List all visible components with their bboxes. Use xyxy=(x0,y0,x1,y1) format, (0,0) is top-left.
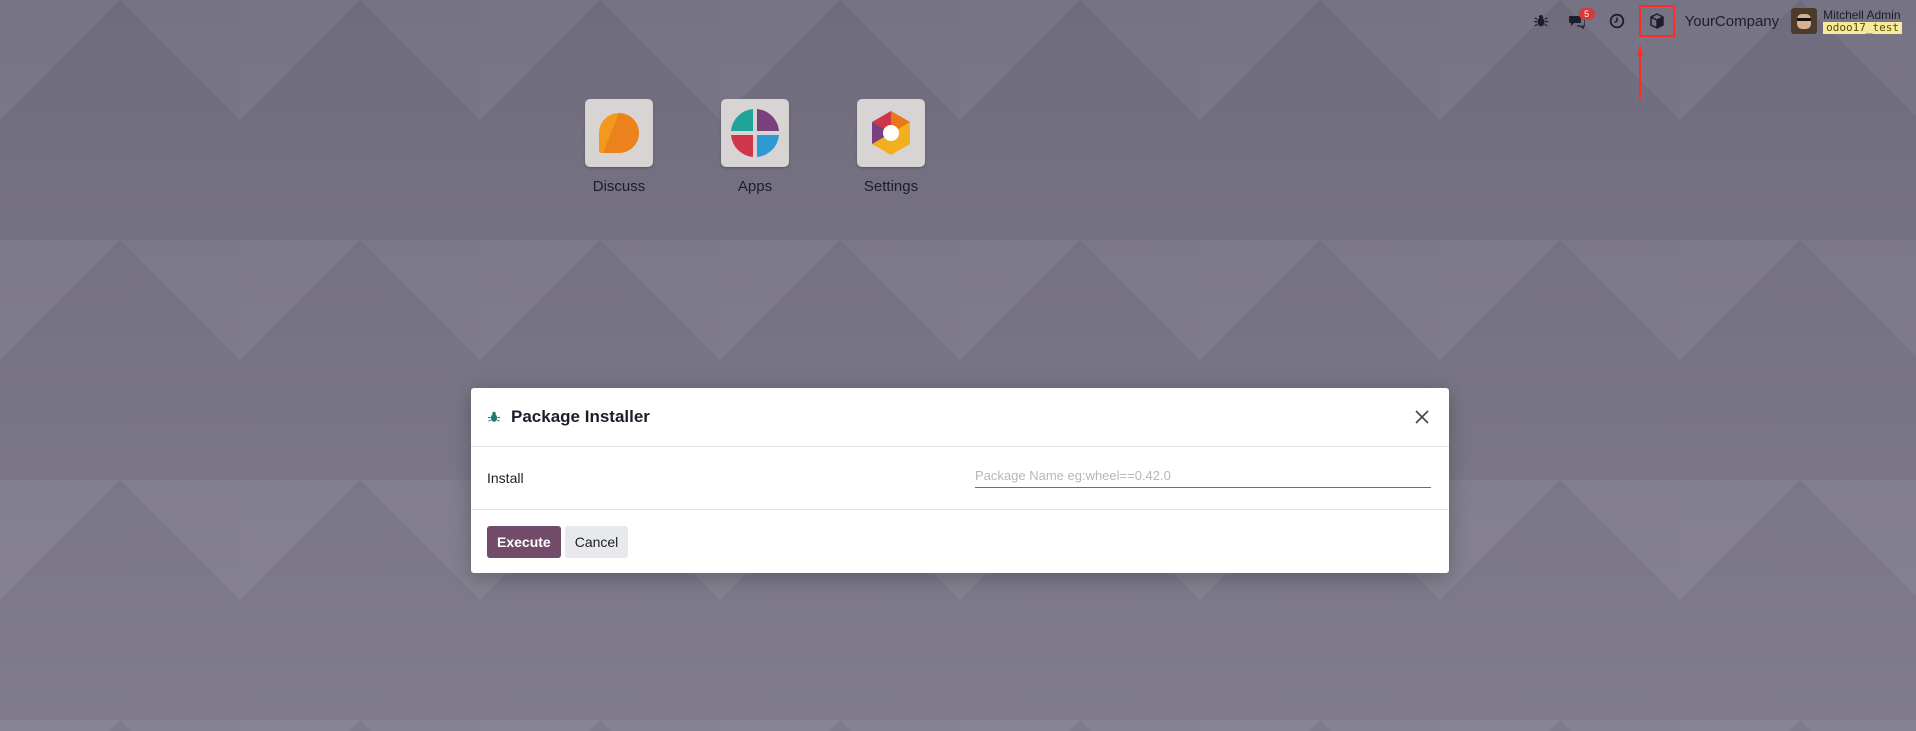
cancel-button[interactable]: Cancel xyxy=(564,526,629,558)
clock-icon[interactable] xyxy=(1601,5,1633,37)
install-label: Install xyxy=(487,470,524,486)
dialog-title: Package Installer xyxy=(511,407,650,426)
app-label: Discuss xyxy=(592,178,646,195)
app-label: Apps xyxy=(737,178,773,195)
chat-badge: 5 xyxy=(1578,8,1595,20)
package-box-icon[interactable] xyxy=(1643,8,1671,34)
bug-icon[interactable] xyxy=(1525,5,1557,37)
app-apps[interactable]: Apps xyxy=(705,99,805,195)
dialog-footer: Execute Cancel xyxy=(471,510,1449,574)
dialog-body: Install xyxy=(471,447,1449,510)
avatar xyxy=(1791,8,1818,34)
apps-icon xyxy=(721,99,789,167)
top-navbar: 5 YourCompany Mitchell Admin odoo17_test xyxy=(1525,0,1916,42)
settings-icon xyxy=(857,99,925,167)
annotation-arrow-icon xyxy=(1637,44,1643,100)
company-switcher[interactable]: YourCompany xyxy=(1685,13,1780,30)
package-installer-dialog: Package Installer Install Execute Cancel xyxy=(471,388,1449,573)
close-icon[interactable] xyxy=(1411,406,1433,428)
bug-icon xyxy=(487,410,501,424)
app-settings[interactable]: Settings xyxy=(841,99,941,195)
dialog-header: Package Installer xyxy=(471,388,1449,447)
chat-icon[interactable]: 5 xyxy=(1561,5,1595,37)
user-menu[interactable]: Mitchell Admin odoo17_test xyxy=(1791,8,1902,34)
annotation-highlight-box xyxy=(1638,5,1675,37)
package-name-input[interactable] xyxy=(975,463,1431,488)
user-name: Mitchell Admin xyxy=(1823,7,1901,22)
database-name: odoo17_test xyxy=(1823,21,1902,34)
app-label: Settings xyxy=(863,178,919,195)
background xyxy=(0,0,1916,731)
discuss-icon xyxy=(585,99,653,167)
execute-button[interactable]: Execute xyxy=(487,526,561,558)
app-discuss[interactable]: Discuss xyxy=(569,99,669,195)
